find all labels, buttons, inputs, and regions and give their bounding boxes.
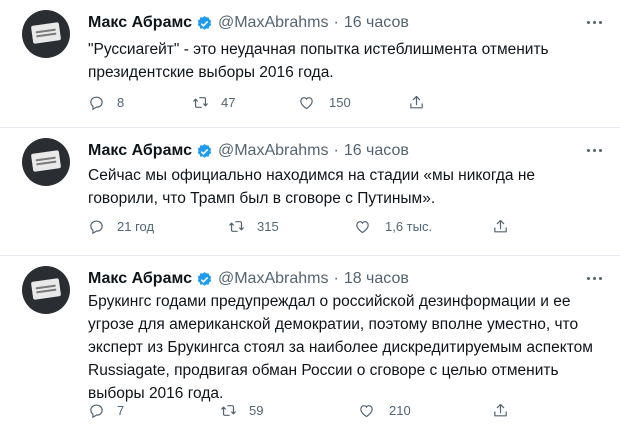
reply-button[interactable]: 7 xyxy=(88,402,124,419)
share-button[interactable] xyxy=(408,94,437,111)
like-button[interactable]: 150 xyxy=(298,94,351,111)
tweet-feed: Макс Абрамс @MaxAbrahms · 16 часов "Русс… xyxy=(0,0,620,440)
like-icon xyxy=(360,405,373,418)
retweet-button[interactable]: 47 xyxy=(192,94,235,111)
tweet[interactable]: Макс Абрамс @MaxAbrahms · 16 часов "Русс… xyxy=(0,0,620,128)
tweet-actions: 21 год 315 1,6 тыс. xyxy=(88,218,528,238)
timestamp[interactable]: 18 часов xyxy=(344,270,409,288)
timestamp[interactable]: 16 часов xyxy=(344,14,409,32)
retweet-icon xyxy=(193,97,208,108)
like-button[interactable]: 210 xyxy=(358,402,411,419)
separator: · xyxy=(333,142,339,159)
avatar[interactable] xyxy=(22,138,70,186)
reply-button[interactable]: 8 xyxy=(88,94,124,111)
share-icon xyxy=(494,403,507,417)
tweet-text: Брукингс годами предупреждал о российско… xyxy=(88,293,593,402)
author-handle[interactable]: @MaxAbrahms xyxy=(218,142,329,160)
separator: · xyxy=(333,270,339,287)
tweet-header: Макс Абрамс @MaxAbrahms · 16 часов xyxy=(88,12,409,34)
retweet-count: 59 xyxy=(249,403,264,418)
like-icon xyxy=(356,221,369,234)
separator: · xyxy=(333,14,339,31)
verified-badge-icon xyxy=(197,271,212,286)
avatar[interactable] xyxy=(22,10,70,58)
author-name[interactable]: Макс Абрамс xyxy=(88,14,192,32)
avatar[interactable] xyxy=(22,266,70,314)
more-options-icon[interactable] xyxy=(582,138,606,162)
retweet-icon xyxy=(221,405,236,416)
tweet[interactable]: Макс Абрамс @MaxAbrahms · 18 часов Бруки… xyxy=(0,256,620,440)
reply-icon xyxy=(90,220,103,235)
share-button[interactable] xyxy=(492,402,521,419)
tweet[interactable]: Макс Абрамс @MaxAbrahms · 16 часов Сейча… xyxy=(0,128,620,256)
tweet-text: "Руссиагейт" - это неудачная попытка ист… xyxy=(88,41,549,81)
reply-icon xyxy=(90,96,103,111)
retweet-icon xyxy=(229,221,244,232)
author-name[interactable]: Макс Абрамс xyxy=(88,142,192,160)
tweet-actions: 8 47 150 xyxy=(88,94,528,114)
verified-badge-icon xyxy=(197,15,212,30)
timestamp[interactable]: 16 часов xyxy=(344,142,409,160)
like-button[interactable]: 1,6 тыс. xyxy=(354,218,432,235)
more-options-icon[interactable] xyxy=(582,266,606,290)
tweet-text: Сейчас мы официально находимся на стадии… xyxy=(88,167,536,207)
retweet-count: 315 xyxy=(257,219,279,234)
tweet-actions: 7 59 210 xyxy=(88,402,528,422)
like-icon xyxy=(300,97,313,110)
tweet-header: Макс Абрамс @MaxAbrahms · 18 часов xyxy=(88,268,409,290)
author-handle[interactable]: @MaxAbrahms xyxy=(218,14,329,32)
tweet-header: Макс Абрамс @MaxAbrahms · 16 часов xyxy=(88,140,409,162)
reply-count: 21 год xyxy=(117,219,155,234)
retweet-count: 47 xyxy=(221,95,236,110)
share-icon xyxy=(410,95,423,109)
author-name[interactable]: Макс Абрамс xyxy=(88,270,192,288)
reply-icon xyxy=(90,404,103,419)
retweet-button[interactable]: 315 xyxy=(228,218,279,235)
verified-badge-icon xyxy=(197,143,212,158)
share-button[interactable] xyxy=(492,218,521,235)
reply-button[interactable]: 21 год xyxy=(88,218,154,235)
reply-count: 8 xyxy=(117,95,125,110)
reply-count: 7 xyxy=(117,403,125,418)
like-count: 1,6 тыс. xyxy=(385,219,433,234)
share-icon xyxy=(494,219,507,233)
retweet-button[interactable]: 59 xyxy=(220,402,263,419)
like-count: 150 xyxy=(329,95,351,110)
author-handle[interactable]: @MaxAbrahms xyxy=(218,270,329,288)
more-options-icon[interactable] xyxy=(582,10,606,34)
like-count: 210 xyxy=(389,403,411,418)
